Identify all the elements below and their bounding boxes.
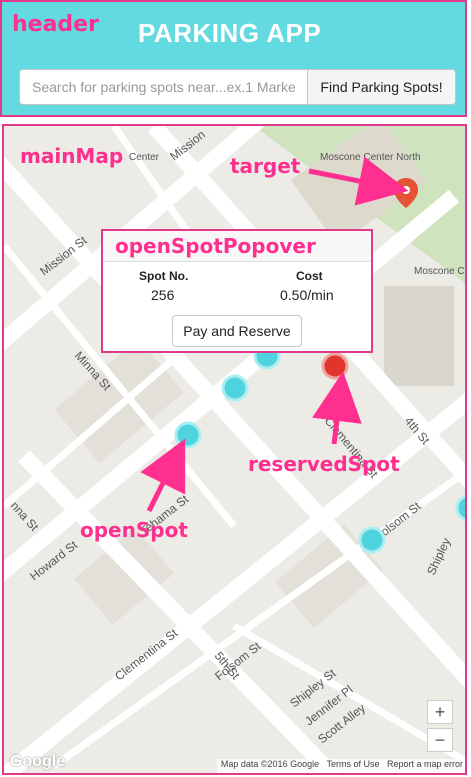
zoom-in-button[interactable]: + [427,700,453,724]
terms-link[interactable]: Terms of Use [326,759,379,769]
open-spot-marker[interactable] [358,526,386,554]
header: header PARKING APP Find Parking Spots! [0,0,467,117]
target-annotation-label: target [230,154,301,178]
cost-label: Cost [296,269,323,283]
reserved-spot-annotation-label: reservedSpot [248,452,400,476]
zoom-out-button[interactable]: − [427,728,453,752]
main-map[interactable]: Mission St Mission Minna St Howard St Te… [2,124,467,775]
spot-number-value: 256 [151,287,175,303]
report-error-link[interactable]: Report a map error [387,759,463,769]
open-spot-annotation-label: openSpot [80,518,188,542]
map-footer: Map data ©2016 Google Terms of Use Repor… [216,759,465,773]
street-label-shipley-right: Shipley [424,536,453,578]
map-canvas[interactable]: Mission St Mission Minna St Howard St Te… [4,126,467,775]
place-label-center: Center [129,152,160,163]
map-data-attribution: Map data ©2016 Google [220,759,320,769]
open-spot-popover: openSpotPopover Spot No. 256 Cost 0.50/m… [101,229,373,353]
reserved-spot-marker[interactable] [321,352,349,380]
open-spot-marker[interactable] [174,421,202,449]
cost-value: 0.50/min [280,287,334,303]
popover-annotation-label: openSpotPopover [115,234,316,258]
spot-number-label: Spot No. [139,269,189,283]
place-label-moscone-c: Moscone C [414,266,465,277]
street-label-clementina-left: Clementina St [112,626,181,684]
app-title: PARKING APP [138,18,322,48]
place-label-moscone-north: Moscone Center North [320,152,421,163]
google-logo: Google [10,753,66,770]
find-parking-button[interactable]: Find Parking Spots! [307,69,456,105]
search-input[interactable] [19,69,308,105]
open-spot-marker[interactable] [221,374,249,402]
main-map-annotation-label: mainMap [20,144,124,168]
street-label-natoma: nna St [8,499,42,535]
open-spot-marker[interactable] [455,495,467,521]
pay-and-reserve-button[interactable]: Pay and Reserve [172,315,302,347]
header-annotation-label: header [12,12,99,37]
